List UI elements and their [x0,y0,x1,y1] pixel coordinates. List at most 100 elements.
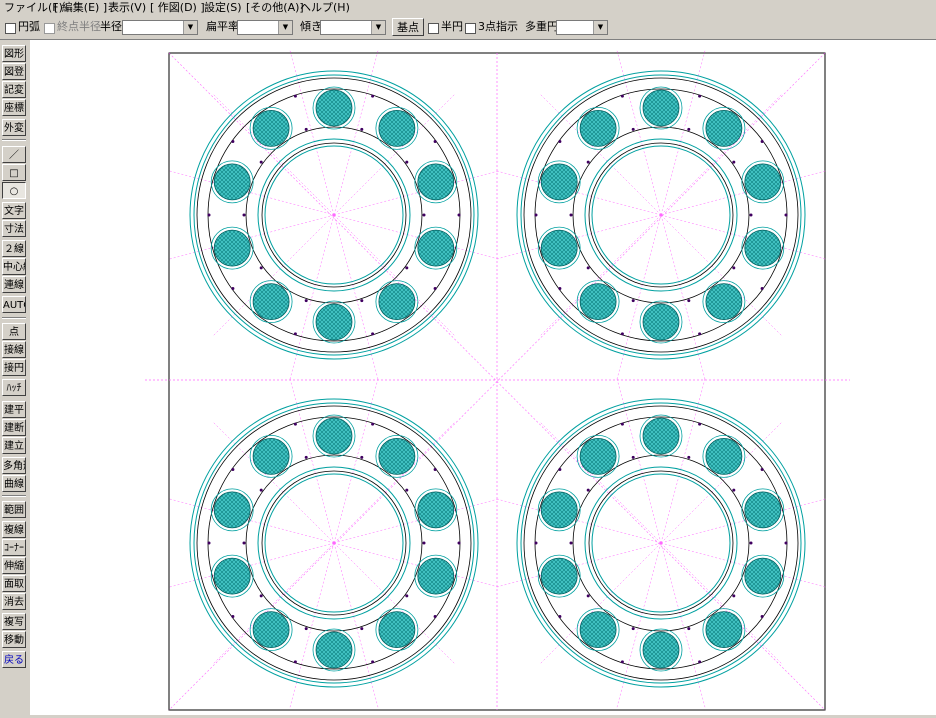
tool-figure-register[interactable]: 図登 [2,63,26,80]
retainer-dot [569,541,573,545]
tool-undo[interactable]: 戻る [2,651,26,668]
radius-label: 半径 [100,20,122,33]
menu-settings[interactable]: 設定(S) [204,0,242,15]
retainer-dot [360,127,364,131]
retainer-dot [304,127,308,131]
flatness-label: 扁平率 [206,20,239,33]
retainer-dot [293,422,297,426]
ball [315,303,353,341]
three-point-checkbox[interactable] [465,23,476,34]
tool-copy[interactable]: 複写 [2,613,26,630]
ball [252,283,290,321]
retainer-dot [304,455,308,459]
tool-chamfer[interactable]: 面取 [2,575,26,592]
ball [642,417,680,455]
tool-hatch[interactable]: ﾊｯﾁ [2,379,26,396]
tool-polygon[interactable]: 多角形 [2,457,26,474]
retainer-dot [558,287,562,290]
tool-double-line[interactable]: ２線 [2,240,26,257]
retainer-dot [231,615,235,618]
tool-connect-line[interactable]: 連線 [2,276,26,293]
retainer-dot [620,332,624,336]
tool-section[interactable]: 建断 [2,419,26,436]
retainer-dot [405,488,409,492]
tool-plan[interactable]: 建平 [2,401,26,418]
separator [2,495,26,497]
tool-note-change[interactable]: 記変 [2,81,26,98]
ball [705,110,743,147]
retainer-dot [371,94,375,98]
tool-coordinate[interactable]: 座標 [2,99,26,116]
tool-range[interactable]: 範囲 [2,501,26,518]
arc-label: 円弧 [18,20,40,33]
menu-draw[interactable]: [ 作図(D) ] [150,0,205,15]
tool-stretch[interactable]: 伸縮 [2,557,26,574]
ball [540,229,578,267]
chevron-down-icon[interactable]: ▼ [371,21,385,34]
menu-view[interactable]: 表示(V) [108,0,146,15]
tool-corner[interactable]: ｺｰﾅｰ [2,539,26,556]
retainer-dot [558,615,562,618]
retainer-dot [242,541,246,545]
menu-help[interactable]: ヘルプ(H) [300,0,350,15]
chevron-down-icon[interactable]: ▼ [593,21,607,34]
retainer-dot [749,541,753,545]
ball [744,491,782,529]
ball [579,437,617,475]
ball [705,283,743,321]
ball [213,229,251,267]
retainer-dot [405,160,409,164]
chevron-down-icon[interactable]: ▼ [278,21,292,34]
ball [642,89,680,127]
tool-figure[interactable]: 図形 [2,45,26,62]
retainer-dot [293,332,297,336]
ball [417,557,455,595]
retainer-dot [259,160,263,164]
retainer-dot [360,627,364,631]
flatness-combo[interactable]: ▼ [237,20,293,35]
tool-elevation[interactable]: 建立 [2,437,26,454]
tool-tangent-circle[interactable]: 接円 [2,359,26,376]
tool-rectangle[interactable]: □ [2,164,26,181]
menu-other[interactable]: [その他(A)] [246,0,304,15]
multi-circle-combo[interactable]: ▼ [556,20,608,35]
retainer-dot [784,541,788,545]
retainer-dot [293,660,297,664]
arc-checkbox[interactable] [5,23,16,34]
chevron-down-icon[interactable]: ▼ [183,21,197,34]
retainer-dot [687,627,691,631]
base-point-button[interactable]: 基点 [392,18,424,36]
tool-center-line[interactable]: 中心線 [2,258,26,275]
menu-edit[interactable]: [ 編集(E) ] [54,0,107,15]
tool-circle[interactable]: ○ [2,182,26,199]
tool-erase[interactable]: 消去 [2,593,26,610]
tool-text[interactable]: 文字 [2,202,26,219]
semicircle-checkbox[interactable] [428,23,439,34]
retainer-dot [231,287,235,290]
retainer-dot [631,299,635,303]
retainer-dot [534,541,538,545]
radius-combo[interactable]: ▼ [122,20,198,35]
ball [315,89,353,127]
tool-point[interactable]: 点 [2,323,26,340]
tool-auto[interactable]: AUTO [2,296,26,313]
tool-tangent-line[interactable]: 接線 [2,341,26,358]
menu-bar: ファイル(F) [ 編集(E) ] 表示(V) [ 作図(D) ] 設定(S) … [0,0,936,15]
tool-move[interactable]: 移動 [2,631,26,648]
ball [252,110,290,147]
ball [642,303,680,341]
retainer-dot [620,94,624,98]
endpoint-radius-checkbox[interactable] [44,23,55,34]
tool-parallel-line[interactable]: 複線 [2,521,26,538]
tool-external-change[interactable]: 外変 [2,119,26,136]
retainer-dot [631,627,635,631]
tool-curve[interactable]: 曲線 [2,475,26,492]
tilt-combo[interactable]: ▼ [320,20,386,35]
ball [213,557,251,595]
drawing-canvas[interactable] [30,40,936,715]
tool-line[interactable]: ／ [2,146,26,163]
retainer-dot [698,660,702,664]
ball [252,611,290,648]
tool-dimension[interactable]: 寸法 [2,220,26,237]
retainer-dot [558,468,562,471]
